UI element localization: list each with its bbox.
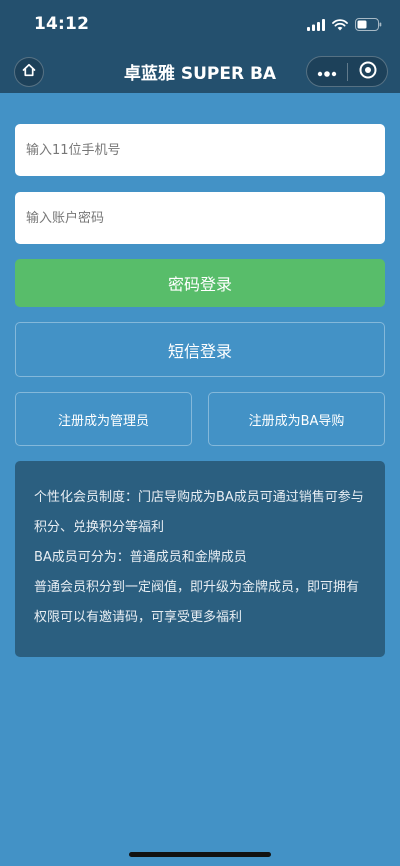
phone-input[interactable] — [15, 124, 385, 176]
wifi-icon — [332, 16, 348, 35]
home-indicator — [129, 852, 271, 857]
mini-program-capsule — [306, 56, 388, 87]
top-bar: 14:12 卓蓝雅 SUPER BA — [0, 0, 400, 93]
membership-info-box: 个性化会员制度：门店导购成为BA成员可通过销售可参与积分、兑换积分等福利 BA成… — [15, 461, 385, 657]
close-button[interactable] — [348, 57, 387, 86]
info-paragraph: BA成员可分为：普通成员和金牌成员 — [34, 550, 247, 565]
info-paragraph: 个性化会员制度：门店导购成为BA成员可通过销售可参与积分、兑换积分等福利 — [34, 490, 364, 535]
password-input[interactable] — [15, 192, 385, 244]
more-dots-icon — [317, 62, 337, 81]
sms-login-button[interactable]: 短信登录 — [15, 322, 385, 377]
target-circle-icon — [359, 61, 377, 83]
nav-bar: 卓蓝雅 SUPER BA — [0, 50, 400, 93]
more-button[interactable] — [307, 57, 347, 86]
status-bar: 14:12 — [0, 0, 400, 50]
status-time: 14:12 — [34, 14, 90, 34]
password-login-button[interactable]: 密码登录 — [15, 259, 385, 307]
info-paragraph: 普通会员积分到一定阀值，即升级为金牌成员，即可拥有权限可以有邀请码，可享受更多福… — [34, 580, 360, 625]
register-admin-button[interactable]: 注册成为管理员 — [15, 392, 192, 446]
battery-icon — [355, 16, 382, 35]
register-ba-button[interactable]: 注册成为BA导购 — [208, 392, 385, 446]
signal-icon — [307, 16, 325, 35]
status-icons — [307, 16, 382, 35]
